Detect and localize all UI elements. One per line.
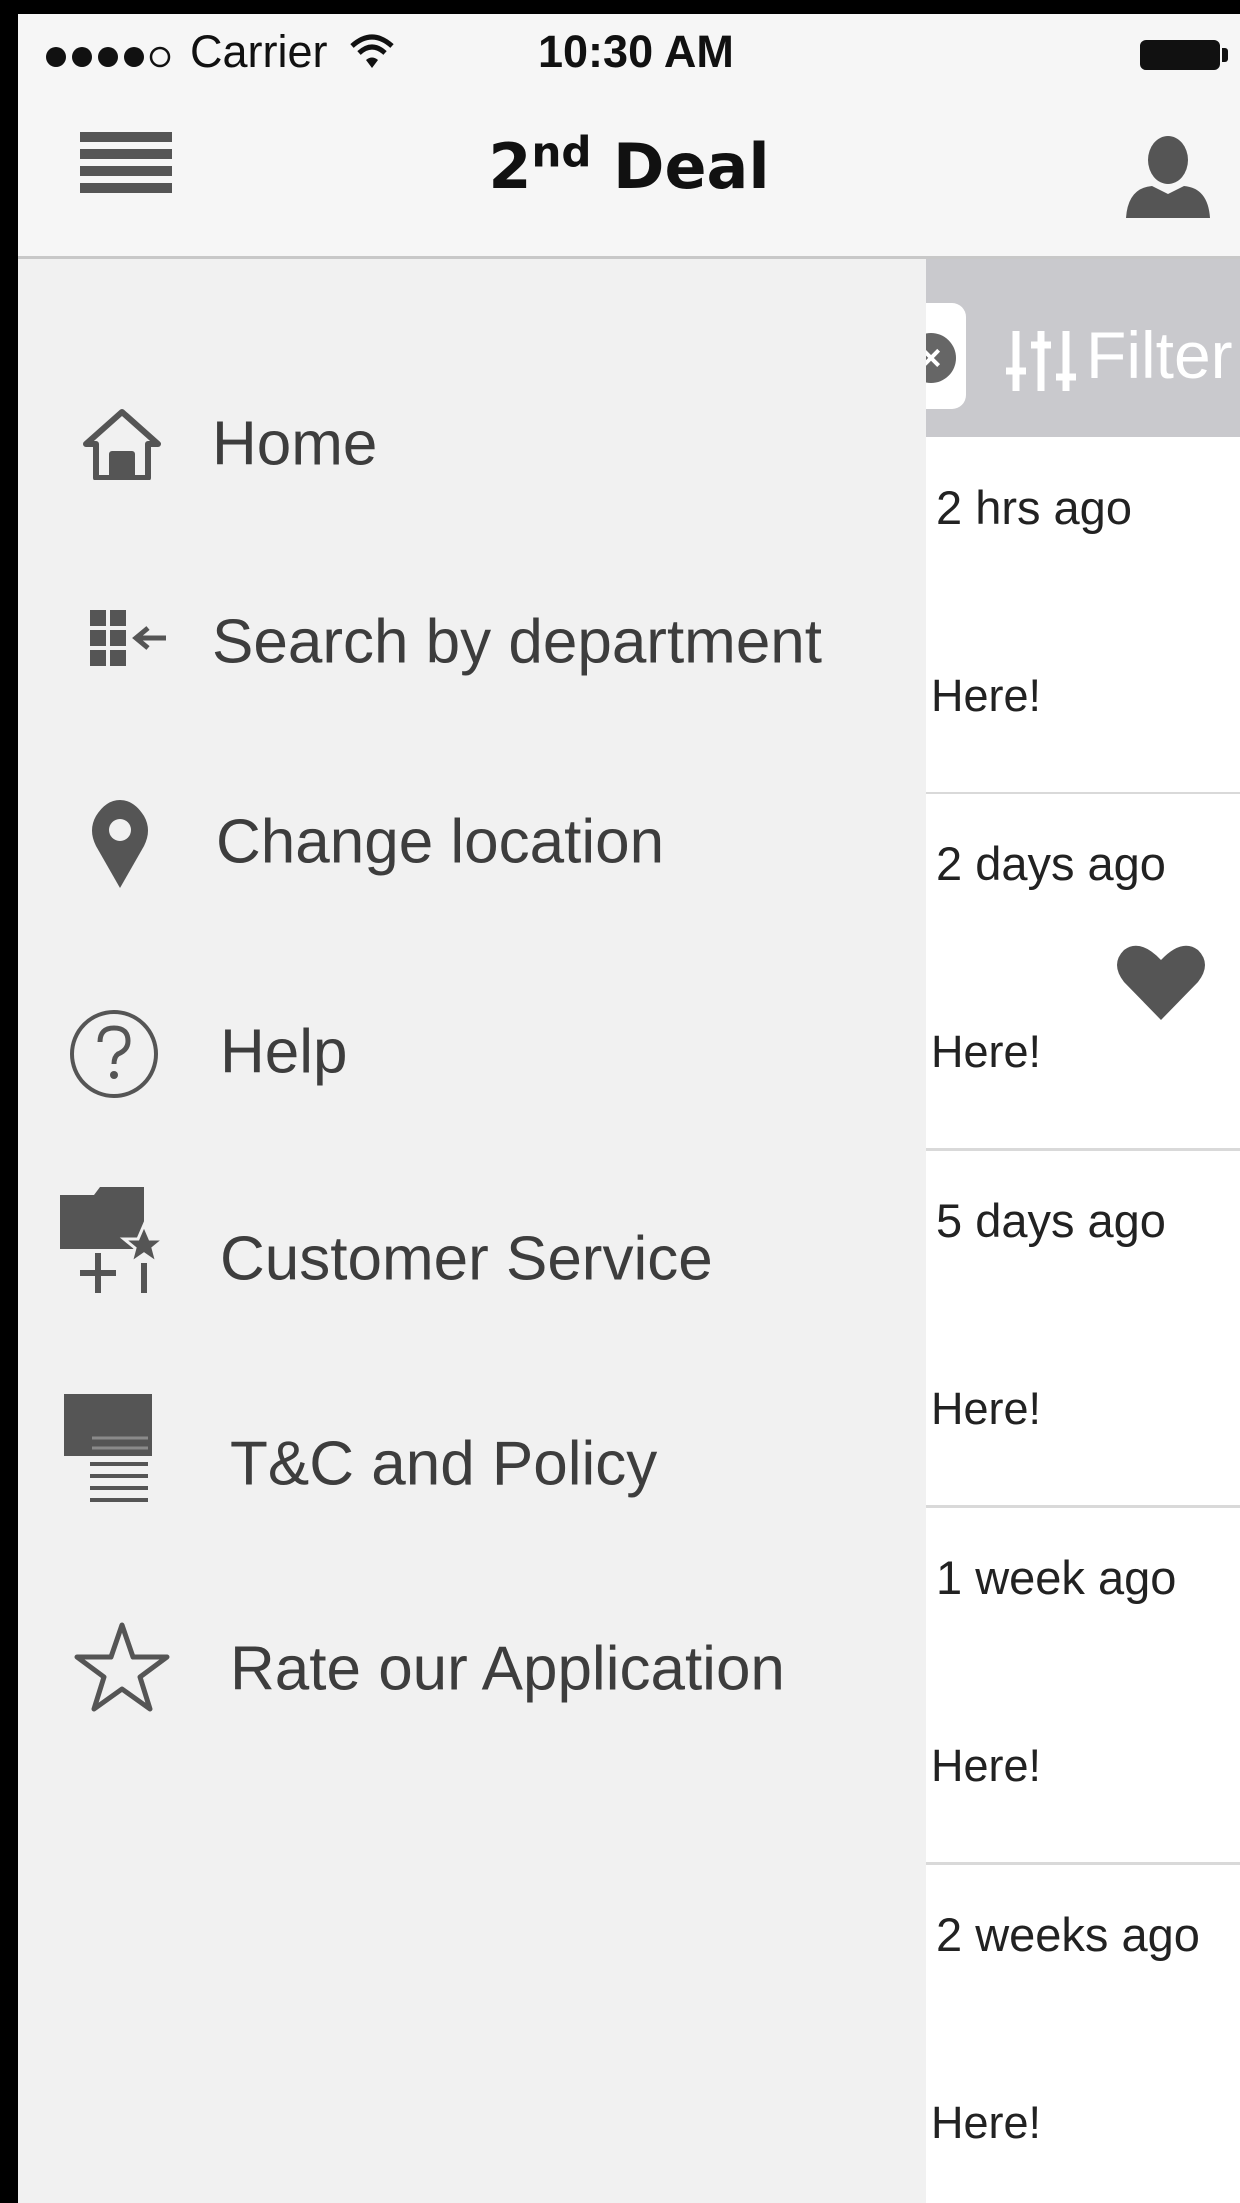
filter-button-label[interactable]: Filter	[1086, 317, 1233, 393]
document-icon	[64, 1394, 152, 1502]
drawer-item-label: Home	[212, 409, 378, 479]
drawer-item-tc-and-policy[interactable]: T&C and Policy	[18, 1384, 926, 1544]
carrier-label: Carrier	[190, 26, 328, 77]
help-icon	[70, 1010, 158, 1098]
drawer-item-help[interactable]: Help	[18, 972, 926, 1132]
favorite-heart-icon[interactable]	[1116, 942, 1206, 1022]
battery-icon	[1140, 40, 1220, 70]
drawer-item-search-by-department[interactable]: Search by department	[18, 562, 926, 722]
navigation-bar: 2nd Deal	[18, 104, 1240, 259]
star-icon	[74, 1622, 170, 1712]
department-grid-icon	[90, 610, 166, 666]
list-item-time: 5 days ago	[936, 1194, 1166, 1247]
drawer-item-label: Rate our Application	[230, 1634, 785, 1704]
profile-icon[interactable]	[1122, 134, 1214, 220]
list-item-time: 2 days ago	[936, 837, 1166, 890]
battery-tip	[1222, 48, 1228, 62]
drawer-item-label: T&C and Policy	[230, 1429, 658, 1499]
location-pin-icon	[92, 800, 148, 888]
drawer-item-rate-our-application[interactable]: Rate our Application	[18, 1589, 926, 1749]
side-drawer: Home Search by department Change locatio…	[18, 259, 926, 2203]
list-item-time: 2 hrs ago	[936, 481, 1132, 534]
app-title-superscript: nd	[531, 127, 592, 177]
drawer-item-label: Change location	[216, 807, 665, 877]
drawer-item-change-location[interactable]: Change location	[18, 762, 926, 922]
customer-service-icon	[60, 1187, 164, 1293]
filter-sliders-icon[interactable]	[1006, 327, 1076, 393]
drawer-item-label: Customer Service	[220, 1224, 713, 1294]
status-bar: Carrier 10:30 AM	[18, 14, 1240, 104]
home-icon	[83, 409, 161, 480]
drawer-item-home[interactable]: Home	[18, 364, 926, 524]
list-item-time: 1 week ago	[936, 1551, 1177, 1604]
app-title: 2nd Deal	[18, 130, 1240, 203]
list-item-time: 2 weeks ago	[936, 1908, 1200, 1961]
signal-strength-icon	[46, 46, 171, 68]
wifi-icon	[350, 34, 394, 68]
status-time: 10:30 AM	[538, 26, 734, 77]
drawer-item-label: Search by department	[212, 607, 823, 677]
drawer-item-customer-service[interactable]: Customer Service	[18, 1179, 926, 1339]
phone-screen: Carrier 10:30 AM 2nd Deal × Filter 2 hrs…	[18, 14, 1240, 2203]
drawer-item-label: Help	[220, 1017, 348, 1087]
app-title-number: 2	[488, 130, 532, 203]
app-title-word: Deal	[591, 130, 770, 203]
